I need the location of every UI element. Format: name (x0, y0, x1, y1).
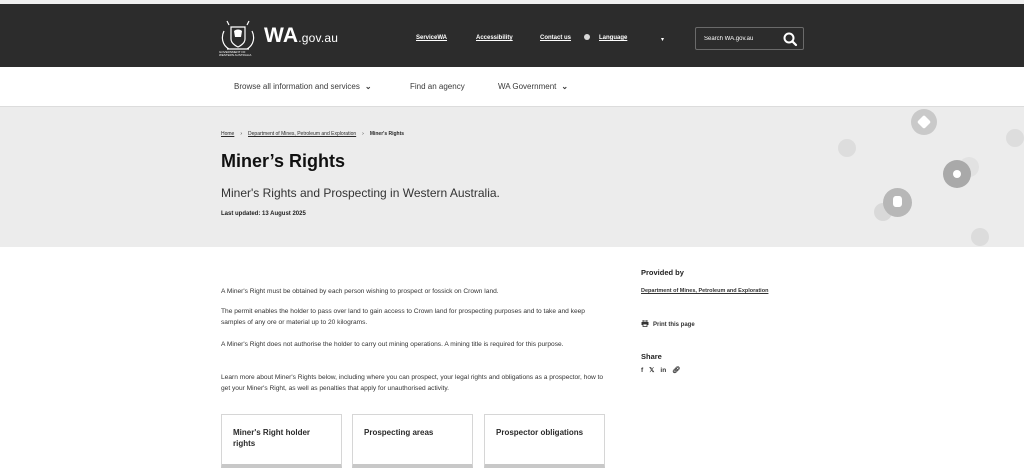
card-holder-rights[interactable]: Miner's Right holder rights (221, 414, 342, 468)
card-prospecting-areas[interactable]: Prospecting areas (352, 414, 473, 468)
crest-caption: GOVERNMENT OF WESTERN AUSTRALIA (219, 50, 252, 57)
learn-more-paragraph: Learn more about Miner's Rights below, i… (221, 374, 604, 392)
page-hero: Home › Department of Mines, Petroleum and … (0, 107, 1024, 247)
card-title: Prospector obligations (496, 428, 584, 437)
permit-paragraph: The permit enables the holder to pass ov… (221, 308, 585, 326)
globe-icon (584, 34, 590, 40)
intro-paragraph: A Miner's Right must be obtained by each… (221, 288, 499, 295)
chevron-down-icon: ⌄ (561, 82, 569, 91)
breadcrumb-separator-icon: › (240, 131, 243, 137)
page-title: Miner’s Rights (221, 151, 346, 171)
accessibility-link[interactable]: Accessibility (476, 35, 513, 41)
breadcrumb-separator-icon: › (362, 131, 364, 137)
decorative-bubble-icon (1006, 129, 1024, 147)
nav-find-agency[interactable]: Find an agency (410, 82, 465, 91)
card-title: Prospecting areas (364, 428, 434, 437)
card-title: Miner's Right holder rights (233, 428, 311, 448)
search-icon[interactable] (782, 31, 798, 47)
contact-us-link[interactable]: Contact us (540, 35, 571, 41)
decorative-bubble-icon (893, 196, 902, 207)
link-icon[interactable]: 🔗︎ (672, 367, 680, 374)
language-link[interactable]: Language (599, 35, 627, 41)
nav-browse-services[interactable]: Browse all information and services ⌄ (234, 82, 372, 91)
servicewa-link[interactable]: ServiceWA (416, 35, 447, 41)
provided-by-heading: Provided by (641, 268, 684, 277)
site-logo[interactable]: WA.gov.au (264, 24, 338, 48)
printer-icon (641, 320, 649, 327)
nav-label: WA Government (498, 82, 557, 91)
search-input[interactable] (696, 28, 776, 49)
logo-domain: .gov.au (298, 31, 339, 45)
breadcrumb-current: Miner's Rights (369, 131, 405, 137)
linkedin-icon[interactable]: in (660, 367, 666, 374)
last-updated: Last updated: 13 August 2025 (221, 211, 306, 217)
logo-main: WA (264, 24, 299, 47)
nav-wa-government[interactable]: WA Government ⌄ (498, 82, 568, 91)
decorative-bubble-icon (838, 139, 856, 157)
share-icons: f 𝕏in 🔗︎ (641, 366, 686, 374)
share-heading: Share (641, 352, 662, 361)
card-prospector-obligations[interactable]: Prospector obligations (484, 414, 605, 468)
site-header: GOVERNMENT OF WESTERN AUSTRALIA WA.gov.a… (0, 0, 1024, 67)
breadcrumb: Home › Department of Mines, Petroleum and … (221, 131, 404, 137)
print-page-button[interactable]: Print this page (641, 320, 695, 328)
language-caret-icon[interactable]: ▾ (661, 36, 664, 43)
breadcrumb-department[interactable]: Department of Mines, Petroleum and Explo… (248, 131, 356, 137)
print-label: Print this page (653, 322, 695, 328)
x-icon[interactable]: 𝕏 (649, 367, 654, 374)
decorative-bubble-icon (971, 228, 989, 246)
main-nav: Browse all information and services ⌄ Fin… (0, 67, 1024, 107)
mining-operations-paragraph: A Miner's Right does not authorise the h… (221, 341, 564, 348)
breadcrumb-home[interactable]: Home (221, 131, 234, 137)
search-box (695, 27, 804, 50)
provided-by-link[interactable]: Department of Mines, Petroleum and Explo… (641, 288, 768, 294)
nav-label: Browse all information and services (234, 82, 360, 91)
chevron-down-icon: ⌄ (364, 82, 372, 91)
nav-label: Find an agency (410, 82, 465, 91)
decorative-bubble-icon (953, 170, 961, 178)
facebook-icon[interactable]: f (641, 367, 643, 374)
page-subtitle: Miner's Rights and Prospecting in Wester… (221, 186, 500, 200)
